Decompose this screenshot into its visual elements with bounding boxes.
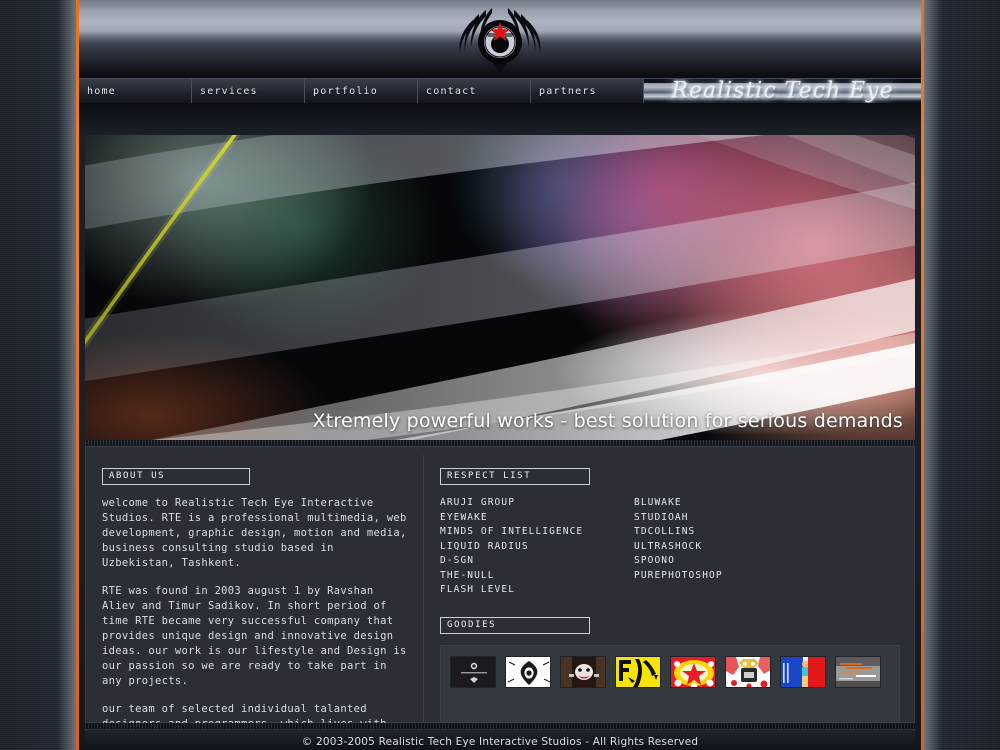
respect-link[interactable]: Aruji Group [440, 496, 608, 511]
respect-section-title: respect list [440, 468, 590, 485]
goodies-thumb-red-star-poster[interactable] [670, 655, 716, 688]
goodies-thumb-brown-robot-face[interactable] [560, 655, 606, 688]
respect-link[interactable]: PurePhotoshop [634, 569, 802, 584]
goodies-thumb-dark-emblem-wallpaper[interactable] [450, 655, 496, 688]
about-section-title: about us [102, 468, 250, 485]
goodies-section-title: goodies [440, 616, 590, 634]
hero-sweep-curves [85, 135, 915, 440]
wordmark-bar: Realistic Tech Eye [644, 79, 921, 103]
respect-link[interactable]: Studioah [634, 511, 802, 526]
right-edge-sheen [924, 0, 942, 750]
goodies-thumb-yellow-black-graphic[interactable] [615, 655, 661, 688]
right-orange-stripe [921, 0, 924, 750]
about-column: about us welcome to Realistic Tech Eye I… [86, 455, 424, 750]
page-background: home services portfolio contact partners… [0, 0, 1000, 750]
about-paragraph: welcome to Realistic Tech Eye Interactiv… [102, 497, 407, 569]
goodies-thumb-blue-red-figure[interactable] [780, 655, 826, 688]
content-area: about us welcome to Realistic Tech Eye I… [79, 440, 921, 750]
copyright-text: © 2003-2005 Realistic Tech Eye Interacti… [301, 735, 699, 748]
about-paragraph: RTE was found in 2003 august 1 by Ravsha… [102, 585, 407, 687]
respect-link[interactable]: Flash Level [440, 583, 608, 598]
goodies-thumb-grey-orange-abstract[interactable] [835, 655, 881, 688]
site-wordmark: Realistic Tech Eye [671, 79, 894, 103]
footer: © 2003-2005 Realistic Tech Eye Interacti… [85, 729, 915, 750]
nav-item-home[interactable]: home [79, 79, 192, 103]
respect-goodies-column: respect list Aruji Group Eyewake Minds o… [424, 455, 914, 723]
hero-banner: Xtremely powerful works - best solution … [85, 135, 915, 440]
respect-list: Aruji Group Eyewake Minds of Intelligenc… [440, 496, 900, 598]
respect-list-column-right: Bluwake Studioah TDCollins Ultrashock Sp… [634, 496, 802, 598]
footer-area: © 2003-2005 Realistic Tech Eye Interacti… [79, 723, 921, 750]
hero-banner-wrap: Xtremely powerful works - best solution … [79, 135, 921, 440]
main-navigation: home services portfolio contact partners… [79, 78, 921, 104]
respect-link[interactable]: Bluwake [634, 496, 802, 511]
nav-item-portfolio[interactable]: portfolio [305, 79, 418, 103]
nav-shadow-gap [79, 104, 921, 135]
winged-eye-star-emblem [446, 2, 554, 76]
respect-list-column-left: Aruji Group Eyewake Minds of Intelligenc… [440, 496, 608, 598]
about-body: welcome to Realistic Tech Eye Interactiv… [102, 496, 411, 750]
respect-link[interactable]: TDCollins [634, 525, 802, 540]
respect-link[interactable]: Minds of Intelligence [440, 525, 608, 540]
content-panel: about us welcome to Realistic Tech Eye I… [85, 446, 915, 750]
goodies-thumb-red-white-character[interactable] [725, 655, 771, 688]
respect-link[interactable]: Liquid Radius [440, 540, 608, 555]
respect-link[interactable]: Ultrashock [634, 540, 802, 555]
goodies-gallery [440, 644, 900, 723]
respect-link[interactable]: D-SGN [440, 554, 608, 569]
left-edge-sheen [58, 0, 76, 750]
goodies-thumbnail-row [450, 655, 890, 688]
nav-item-services[interactable]: services [192, 79, 305, 103]
nav-item-contact[interactable]: contact [418, 79, 531, 103]
masthead [79, 0, 921, 78]
goodies-thumb-white-eye-artwork[interactable] [505, 655, 551, 688]
nav-item-partners[interactable]: partners [531, 79, 644, 103]
site-column: home services portfolio contact partners… [79, 0, 921, 750]
respect-link[interactable]: Spoono [634, 554, 802, 569]
hero-caption: Xtremely powerful works - best solution … [312, 410, 903, 432]
respect-link[interactable]: The-Null [440, 569, 608, 584]
respect-link[interactable]: Eyewake [440, 511, 608, 526]
